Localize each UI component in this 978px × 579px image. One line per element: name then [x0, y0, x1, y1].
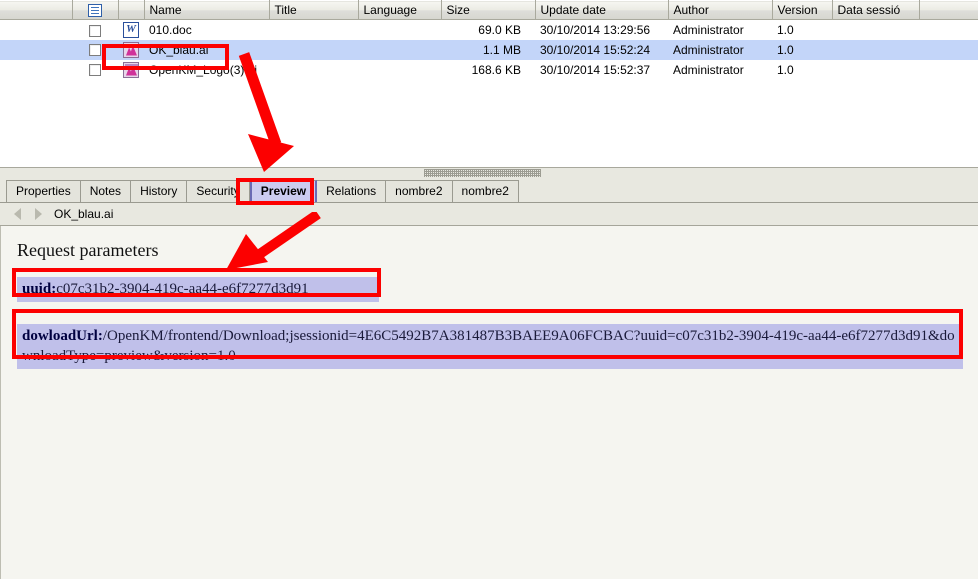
row-session-date	[832, 20, 919, 40]
breadcrumb-label: OK_blau.ai	[54, 207, 114, 221]
download-url-parameter-row: dowloadUrl:/OpenKM/frontend/Download;jse…	[17, 324, 963, 369]
row-size: 168.6 KB	[471, 62, 521, 77]
horizontal-splitter[interactable]	[0, 168, 978, 179]
page-title: Request parameters	[17, 240, 159, 260]
row-title	[269, 60, 358, 80]
row-checkbox[interactable]	[89, 44, 101, 57]
file-list-table: Name Title Language Size Update date Aut…	[0, 0, 978, 80]
table-row[interactable]: OpenKM_Logo(3).ai 168.6 KB 30/10/2014 15…	[0, 60, 978, 80]
column-header-language[interactable]: Language	[358, 0, 442, 20]
app-window: Name Title Language Size Update date Aut…	[0, 0, 978, 579]
uuid-parameter-value: c07c31b2-3904-419c-aa44-e6f7277d3d91	[56, 281, 309, 297]
tab-notes[interactable]: Notes	[80, 180, 132, 202]
row-pad	[0, 39, 72, 60]
splitter-grip-icon[interactable]	[424, 169, 541, 177]
tab-security[interactable]: Security	[187, 180, 250, 202]
uuid-parameter-label: uuid:	[22, 281, 57, 297]
row-author: Administrator	[673, 22, 744, 37]
column-header-title[interactable]: Title	[269, 0, 359, 20]
row-tail	[919, 60, 978, 80]
row-name[interactable]: OpenKM_Logo(3).ai	[144, 60, 269, 80]
download-url-parameter-text[interactable]: dowloadUrl:/OpenKM/frontend/Download;jse…	[17, 324, 963, 369]
tab-nombre2-b[interactable]: nombre2	[452, 180, 519, 202]
word-document-icon: W	[123, 21, 139, 38]
triangle-left-icon[interactable]	[14, 208, 21, 220]
column-header-author[interactable]: Author	[668, 0, 773, 20]
column-header-version[interactable]: Version	[772, 0, 833, 20]
column-header-pad	[0, 0, 73, 20]
row-checkbox[interactable]	[89, 64, 101, 77]
illustrator-file-icon	[123, 41, 139, 58]
breadcrumb: OK_blau.ai	[0, 203, 978, 226]
illustrator-file-icon	[123, 61, 139, 78]
row-update-date: 30/10/2014 15:52:24	[535, 39, 668, 60]
row-tail	[919, 20, 978, 40]
column-header-name[interactable]: Name	[144, 0, 270, 20]
row-name[interactable]: OK_blau.ai	[144, 39, 269, 60]
uuid-parameter-row: uuid:c07c31b2-3904-419c-aa44-e6f7277d3d9…	[17, 277, 379, 302]
file-list-header-row: Name Title Language Size Update date Aut…	[0, 0, 978, 20]
triangle-right-icon[interactable]	[35, 208, 42, 220]
row-author: Administrator	[673, 62, 744, 77]
row-update-date: 30/10/2014 15:52:37	[540, 62, 651, 77]
row-size: 1.1 MB	[441, 39, 535, 60]
tab-history[interactable]: History	[131, 180, 188, 202]
row-checkbox-cell[interactable]	[72, 20, 118, 40]
tab-preview[interactable]: Preview	[249, 180, 318, 202]
tab-relations[interactable]: Relations	[317, 180, 387, 202]
list-icon	[88, 4, 102, 18]
row-checkbox[interactable]	[89, 24, 101, 37]
row-checkbox-cell[interactable]	[72, 60, 118, 80]
row-version: 1.0	[777, 22, 794, 37]
download-url-label: dowloadUrl:	[22, 328, 103, 344]
row-update-date: 30/10/2014 13:29:56	[540, 22, 651, 37]
row-tail	[919, 39, 978, 60]
row-pad	[0, 20, 72, 40]
row-checkbox-cell[interactable]	[72, 39, 118, 60]
row-session-date	[832, 39, 919, 60]
row-filetype-cell	[118, 39, 144, 60]
row-filetype-cell	[118, 60, 144, 80]
row-title	[269, 39, 358, 60]
tab-bar-filler	[519, 180, 978, 202]
row-version: 1.0	[777, 62, 794, 77]
uuid-parameter-text[interactable]: uuid:c07c31b2-3904-419c-aa44-e6f7277d3d9…	[17, 277, 379, 302]
download-url-value: /OpenKM/frontend/Download;jsessionid=4E6…	[22, 328, 955, 364]
row-language	[358, 39, 441, 60]
column-header-session-date[interactable]: Data sessió	[832, 0, 920, 20]
column-header-update-date[interactable]: Update date	[535, 0, 669, 20]
row-filetype-cell: W	[118, 20, 144, 40]
row-language	[358, 20, 441, 40]
row-title	[269, 20, 358, 40]
detail-tab-bar: Properties Notes History Security Previe…	[0, 179, 978, 203]
tab-nombre2-a[interactable]: nombre2	[386, 180, 453, 202]
column-header-size[interactable]: Size	[441, 0, 536, 20]
file-list-panel: Name Title Language Size Update date Aut…	[0, 0, 978, 168]
tab-properties[interactable]: Properties	[6, 180, 81, 202]
column-header-select-all[interactable]	[72, 0, 119, 20]
row-session-date	[832, 60, 919, 80]
row-language	[358, 60, 441, 80]
row-version: 1.0	[772, 39, 832, 60]
preview-panel: Request parameters uuid:c07c31b2-3904-41…	[0, 226, 978, 579]
row-size: 69.0 KB	[478, 22, 521, 37]
column-header-filetype	[118, 0, 145, 20]
table-row[interactable]: OK_blau.ai 1.1 MB 30/10/2014 15:52:24 Ad…	[0, 39, 978, 60]
table-row[interactable]: W 010.doc 69.0 KB 30/10/2014 13:29:56 Ad…	[0, 20, 978, 40]
row-author: Administrator	[668, 39, 772, 60]
column-header-tail	[919, 0, 978, 20]
row-name[interactable]: 010.doc	[144, 20, 269, 40]
row-pad	[0, 60, 72, 80]
